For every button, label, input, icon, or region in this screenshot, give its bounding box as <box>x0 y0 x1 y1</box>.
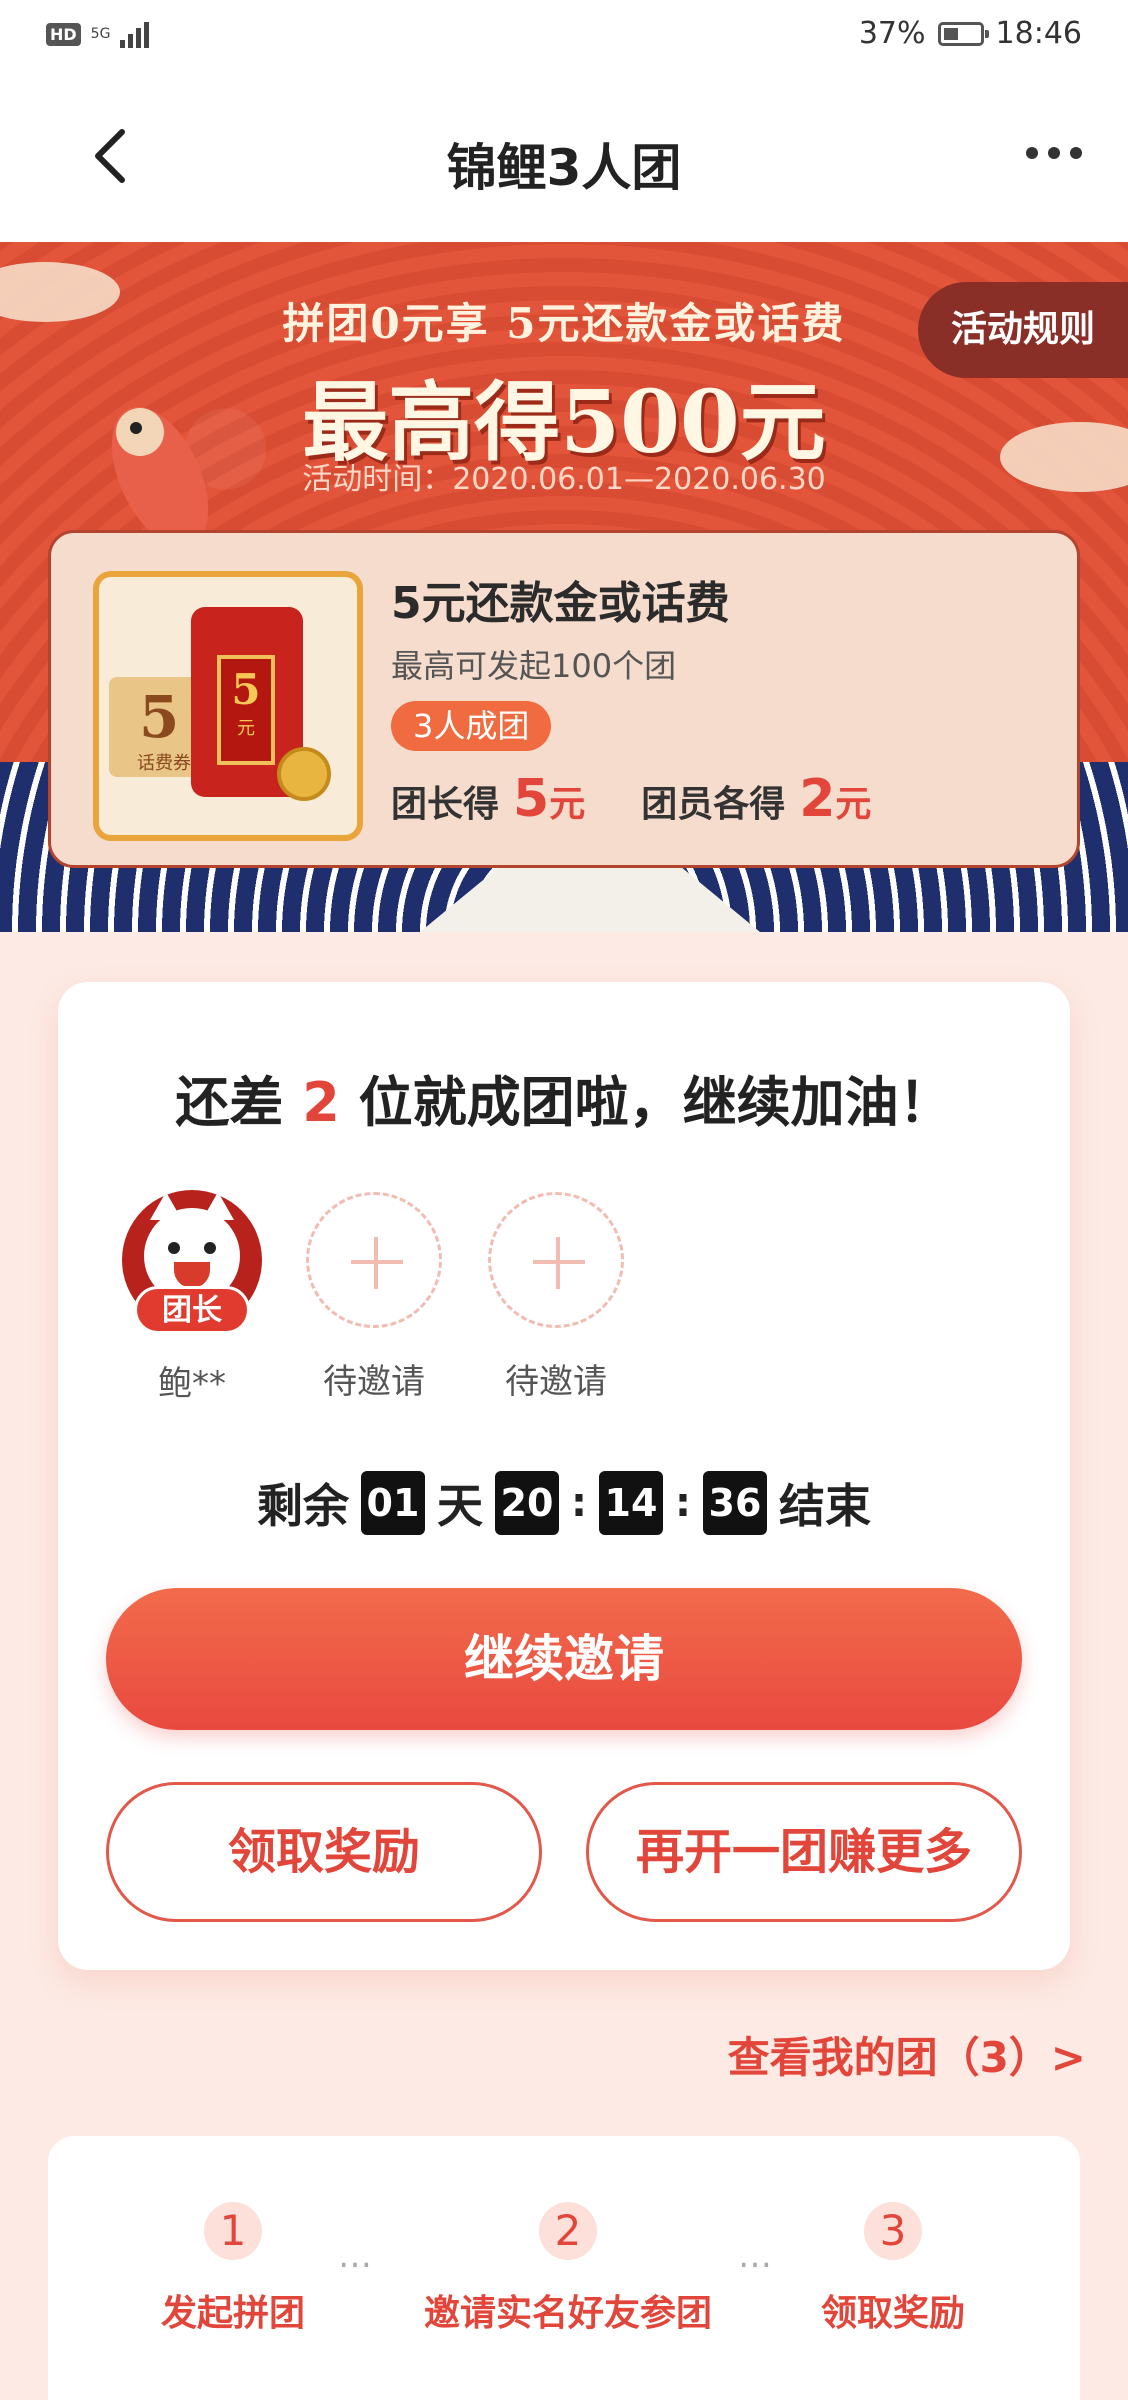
step-label: 领取奖励 <box>820 2293 965 2334</box>
campaign-banner: 拼团0元享 5元还款金或话费 最高得500元 活动时间：2020.06.01—2… <box>0 242 1128 932</box>
group-size-tag: 3人成团 <box>391 701 552 751</box>
add-member-icon[interactable] <box>488 1192 624 1328</box>
countdown-suffix: 结束 <box>779 1479 871 1533</box>
how-it-works: 1 发起拼团 … 2 邀请实名好友参团 … 3 领取奖励 <box>48 2136 1080 2400</box>
title-suffix: 位就成团啦，继续加油！ <box>358 1071 953 1134</box>
start-new-group-button[interactable]: 再开一团赚更多 <box>586 1782 1022 1922</box>
countdown-separator: : <box>675 1480 691 1526</box>
step-invite-friends: 2 邀请实名好友参团 <box>408 2202 728 2336</box>
campaign-dates: 活动时间：2020.06.01—2020.06.30 <box>302 462 826 497</box>
prize-title: 5元还款金或话费 <box>391 578 730 629</box>
leader-reward-label: 团长得 <box>391 784 500 825</box>
network-type: 5G <box>90 26 111 42</box>
step-label: 发起拼团 <box>160 2293 305 2334</box>
countdown-minutes: 14 <box>599 1471 663 1535</box>
activity-rules-button[interactable]: 活动规则 <box>918 282 1128 378</box>
continue-invite-button[interactable]: 继续邀请 <box>106 1588 1022 1730</box>
countdown-hours: 20 <box>495 1471 559 1535</box>
member-reward-unit: 元 <box>835 784 872 825</box>
member-reward-amount: 2 <box>799 769 836 829</box>
step-label: 邀请实名好友参团 <box>423 2293 712 2334</box>
hd-indicator: HD <box>46 22 81 46</box>
prize-card: 5 话费券 5 元 5元还款金或话费 最高可发起100个团 3人成团 团长得 5… <box>48 530 1080 868</box>
status-bar: HD 5G 37% 18:46 <box>0 0 1128 72</box>
battery-icon <box>937 21 989 46</box>
reward-breakdown: 团长得 5 元 团员各得 2 元 <box>391 769 927 829</box>
group-status-card: 还差 2 位就成团啦，继续加油！ 团长 鲍** 待邀请 待邀请 剩余 01 天 … <box>58 982 1070 1970</box>
member-reward-label: 团员各得 <box>641 784 786 825</box>
member-slot-empty[interactable]: 待邀请 <box>304 1190 444 1405</box>
member-list: 团长 鲍** 待邀请 待邀请 <box>122 1190 626 1405</box>
countdown-days: 01 <box>361 1471 425 1535</box>
battery-percent: 37% <box>858 16 926 51</box>
clock: 18:46 <box>995 16 1082 51</box>
member-name: 鲍** <box>158 1364 226 1404</box>
title-prefix: 还差 <box>175 1071 284 1134</box>
leader-badge: 团长 <box>134 1286 250 1334</box>
ticket-label: 话费券 <box>137 753 191 774</box>
step-connector: … <box>738 2236 776 2276</box>
countdown-prefix: 剩余 <box>257 1479 349 1533</box>
step-start-group: 1 发起拼团 <box>158 2202 308 2336</box>
step-number: 2 <box>539 2202 597 2260</box>
page-title: 锦鲤3人团 <box>446 139 682 197</box>
member-slot-empty[interactable]: 待邀请 <box>486 1190 626 1405</box>
prize-description: 最高可发起100个团 <box>391 647 677 685</box>
prize-image: 5 话费券 5 元 <box>93 571 363 841</box>
step-claim-reward: 3 领取奖励 <box>818 2202 968 2336</box>
step-number: 1 <box>204 2202 262 2260</box>
coin-icon <box>277 747 331 801</box>
packet-unit: 元 <box>237 718 255 739</box>
member-leader: 团长 鲍** <box>122 1190 262 1405</box>
member-name: 待邀请 <box>323 1362 425 1402</box>
countdown-seconds: 36 <box>703 1471 767 1535</box>
member-name: 待邀请 <box>505 1362 607 1402</box>
remaining-count: 2 <box>302 1071 340 1134</box>
packet-value: 5 <box>231 665 261 714</box>
add-member-icon[interactable] <box>306 1192 442 1328</box>
claim-reward-button[interactable]: 领取奖励 <box>106 1782 542 1922</box>
leader-reward-amount: 5 <box>513 769 550 829</box>
group-progress-title: 还差 2 位就成团啦，继续加油！ <box>58 1058 1070 1137</box>
ticket-value: 5 <box>139 683 180 751</box>
view-my-groups-link[interactable]: 查看我的团（3）> <box>728 2024 1086 2085</box>
step-connector: … <box>338 2236 376 2276</box>
nav-bar: 锦鲤3人团 <box>0 72 1128 242</box>
countdown-separator: : <box>571 1480 587 1526</box>
signal-icon <box>120 20 150 48</box>
countdown-timer: 剩余 01 天 20 : 14 : 36 结束 <box>58 1470 1070 1536</box>
avatar: 团长 <box>122 1190 262 1334</box>
more-options-icon[interactable] <box>1026 147 1082 159</box>
step-number: 3 <box>864 2202 922 2260</box>
countdown-day-unit: 天 <box>437 1479 483 1533</box>
leader-reward-unit: 元 <box>549 784 586 825</box>
